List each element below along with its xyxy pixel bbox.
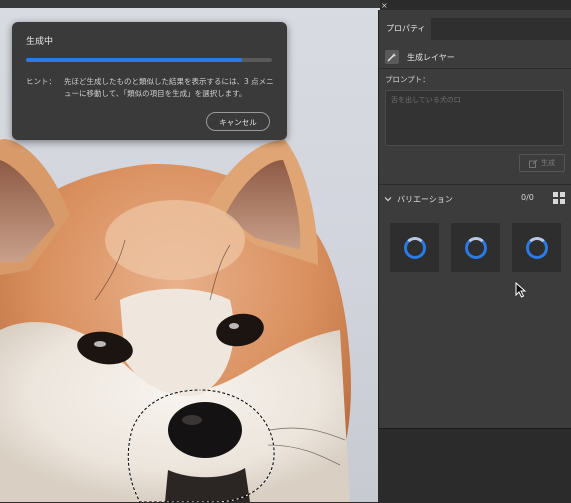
panel-tabbar: プロパティ <box>379 18 571 40</box>
loading-spinner-icon <box>403 236 426 259</box>
tab-properties[interactable]: プロパティ <box>379 18 431 40</box>
chevron-down-icon[interactable] <box>383 194 393 204</box>
loading-spinner-icon <box>525 236 548 259</box>
variation-thumbnail-3[interactable] <box>512 223 561 272</box>
loading-spinner-icon <box>464 236 487 259</box>
variation-thumbnail-1[interactable] <box>390 223 439 272</box>
variations-count: 0/0 <box>521 193 534 202</box>
document-canvas[interactable]: 生成中 ヒント： 先ほど生成したものと類似した結果を表示するには、3 点メニュー… <box>0 0 380 502</box>
divider <box>379 68 571 69</box>
variations-header[interactable]: バリエーション 0/0 <box>383 192 568 206</box>
generation-progress-fill <box>26 58 243 62</box>
properties-panel: × プロパティ 生成レイヤー プロンプト： 生成 バリエーション 0/0 <box>378 1 571 428</box>
prompt-label: プロンプト： <box>385 75 430 84</box>
generate-button[interactable]: 生成 <box>519 154 565 172</box>
hint-label: ヒント： <box>26 77 56 86</box>
generating-dialog: 生成中 ヒント： 先ほど生成したものと類似した結果を表示するには、3 点メニュー… <box>12 22 287 140</box>
cancel-button[interactable]: キャンセル <box>206 112 270 131</box>
panel-footer <box>378 428 571 503</box>
grid-view-icon[interactable] <box>553 192 565 204</box>
layer-type-row: 生成レイヤー <box>385 48 455 66</box>
hint-text: 先ほど生成したものと類似した結果を表示するには、3 点メニューに移動して、「類似… <box>64 77 274 98</box>
generation-progress-bar <box>26 58 272 62</box>
close-icon[interactable]: × <box>381 1 388 10</box>
prompt-input[interactable] <box>386 91 563 145</box>
variations-title: バリエーション <box>397 194 453 204</box>
generative-layer-icon <box>385 50 399 64</box>
layer-type-label: 生成レイヤー <box>407 52 455 62</box>
variation-thumbnail-2[interactable] <box>451 223 500 272</box>
generate-icon <box>529 159 538 168</box>
generate-label: 生成 <box>541 159 555 167</box>
divider <box>379 184 571 185</box>
mouse-pointer-icon <box>515 282 527 298</box>
generating-title: 生成中 <box>26 37 54 47</box>
prompt-box <box>385 90 564 146</box>
